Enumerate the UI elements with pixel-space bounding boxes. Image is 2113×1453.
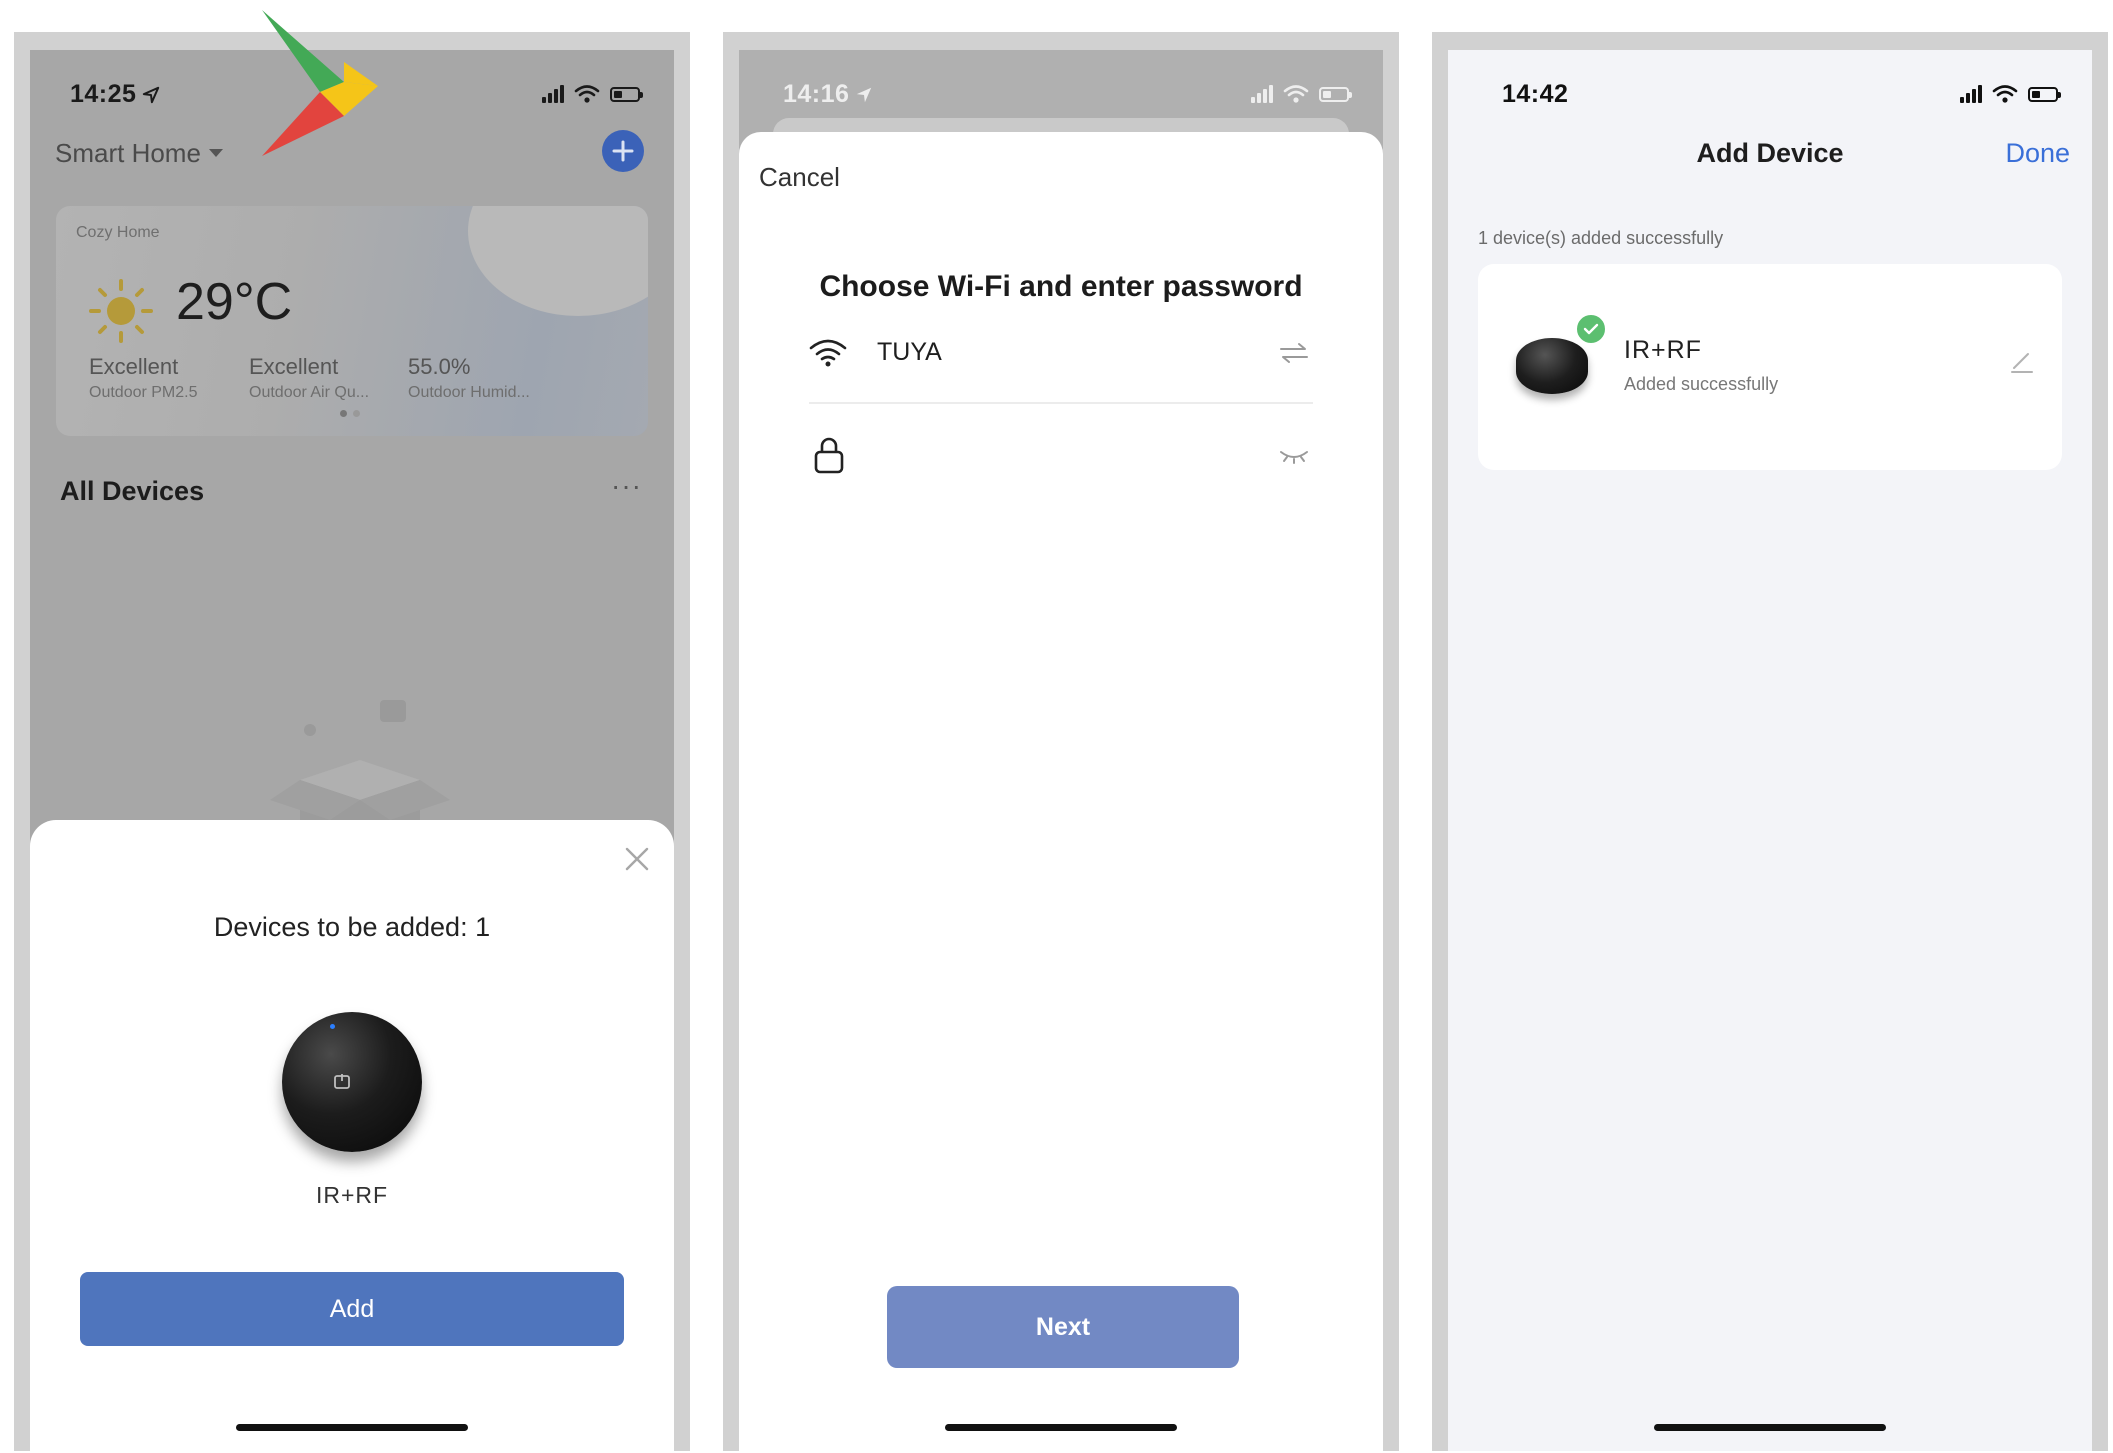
wifi-icon [809, 339, 847, 367]
switch-network-icon[interactable] [1279, 342, 1309, 364]
cloud-decoration [468, 206, 648, 316]
more-options-button[interactable]: ··· [611, 470, 642, 502]
home-selector-label: Smart Home [55, 138, 201, 168]
battery-icon [610, 86, 643, 102]
page-dot-active [340, 410, 347, 417]
screen-add-device: 14:42 Add Device Done 1 device(s) added … [1448, 50, 2092, 1451]
signal-icon [542, 85, 564, 103]
cancel-button[interactable]: Cancel [759, 162, 840, 193]
battery-icon [2028, 86, 2061, 102]
metric-label: Outdoor PM2.5 [89, 384, 198, 401]
signal-icon [1960, 85, 1982, 103]
sheet-title: Devices to be added: 1 [213, 912, 491, 942]
status-icons [1960, 84, 2061, 104]
home-indicator[interactable] [236, 1424, 468, 1431]
weather-metric-3: 55.0% Outdoor Humid... [408, 354, 530, 402]
page-title: Add Device [1696, 138, 1844, 168]
all-devices-title: All Devices [60, 476, 205, 506]
lock-icon [814, 437, 844, 474]
phone-frame-3: 14:42 Add Device Done 1 device(s) added … [1432, 32, 2108, 1451]
device-status: Added successfully [1624, 374, 1779, 394]
status-time: 14:25 [70, 80, 160, 109]
caret-down-icon [208, 148, 223, 157]
page-dot [353, 410, 360, 417]
home-indicator[interactable] [1654, 1424, 1886, 1431]
wifi-icon [574, 85, 600, 103]
add-device-button[interactable] [602, 130, 644, 172]
page-dots [340, 410, 360, 417]
wifi-icon [1992, 85, 2018, 103]
plus-icon [612, 140, 634, 162]
wifi-heading: Choose Wi-Fi and enter password [819, 270, 1303, 303]
device-image-ir-rf [1516, 338, 1588, 394]
location-arrow-icon [857, 87, 872, 102]
play-store-logo [262, 10, 378, 156]
wifi-network-name: TUYA [877, 338, 942, 366]
next-button[interactable]: Next [887, 1286, 1239, 1368]
location-arrow-icon [143, 86, 160, 103]
screen-wifi: 14:16 Cancel Choose Wi-Fi and enter pass… [739, 50, 1383, 1451]
home-selector[interactable]: Smart Home [55, 138, 223, 169]
metric-label: Outdoor Humid... [408, 384, 530, 401]
added-summary: 1 device(s) added successfully [1478, 228, 1724, 248]
close-icon[interactable] [624, 846, 650, 872]
metric-value: Excellent [89, 354, 179, 379]
status-icons [1251, 84, 1352, 104]
power-icon [334, 1074, 350, 1089]
sun-icon [89, 279, 153, 343]
success-badge [1574, 312, 1608, 346]
weather-temperature: 29°C [176, 273, 293, 331]
add-button[interactable]: Add [80, 1272, 624, 1346]
edit-icon[interactable] [2008, 348, 2034, 374]
wifi-sheet: Cancel Choose Wi-Fi and enter password T… [739, 132, 1383, 1451]
status-led [330, 1024, 335, 1029]
battery-icon [1319, 86, 1352, 102]
check-icon [1583, 323, 1599, 335]
devices-found-sheet: Devices to be added: 1 IR+RF Add [30, 820, 674, 1451]
device-card[interactable]: IR+RF Added successfully [1478, 264, 2062, 470]
metric-value: 55.0% [408, 354, 471, 379]
eye-closed-icon[interactable] [1279, 448, 1309, 464]
screen-home: 14:25 Smart Home Cozy Home 29°C Excellen… [30, 50, 674, 1451]
device-image-ir-rf [282, 1012, 422, 1152]
status-time: 14:16 [783, 80, 873, 109]
password-input[interactable] [877, 440, 1253, 470]
device-name: IR+RF [1624, 336, 1702, 364]
metric-value: Excellent [249, 354, 339, 379]
weather-metric-2: Excellent Outdoor Air Qu... [249, 354, 369, 402]
wifi-icon [1283, 85, 1309, 103]
weather-card[interactable]: Cozy Home 29°C Excellent Outdoor PM2.5 E… [56, 206, 648, 436]
status-icons [542, 84, 643, 104]
signal-icon [1251, 85, 1273, 103]
weather-metric-1: Excellent Outdoor PM2.5 [89, 354, 198, 402]
weather-home-name: Cozy Home [76, 224, 160, 241]
status-time: 14:42 [1502, 80, 1569, 108]
phone-frame-1: 14:25 Smart Home Cozy Home 29°C Excellen… [14, 32, 690, 1451]
wifi-network-row[interactable]: TUYA [809, 334, 1313, 404]
home-indicator[interactable] [945, 1424, 1177, 1431]
password-row[interactable] [809, 432, 1313, 492]
device-name: IR+RF [315, 1182, 389, 1208]
phone-frame-2: 14:16 Cancel Choose Wi-Fi and enter pass… [723, 32, 1399, 1451]
done-button[interactable]: Done [2005, 138, 2070, 169]
metric-label: Outdoor Air Qu... [249, 384, 370, 401]
